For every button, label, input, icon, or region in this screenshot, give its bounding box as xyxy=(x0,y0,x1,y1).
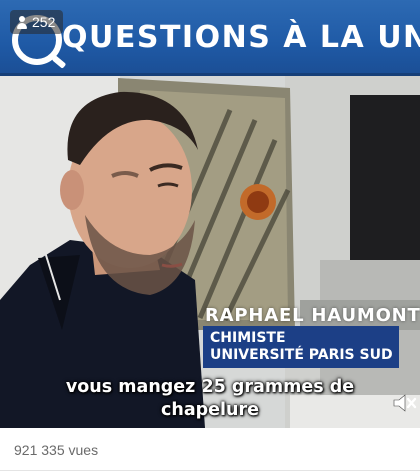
banner-title: QUESTIONS À LA UNE xyxy=(62,20,420,55)
subtitle-line-1: vous mangez 25 grammes de xyxy=(65,377,355,397)
viewer-count-badge: 252 xyxy=(10,10,64,34)
mute-button[interactable] xyxy=(392,392,418,414)
divider xyxy=(0,470,420,471)
speaker-muted-icon xyxy=(393,394,417,412)
speaker-role-line1: CHIMISTE xyxy=(210,330,286,346)
speaker-name: RAPHAEL HAUMONT xyxy=(205,305,420,326)
speaker-role-line2: UNIVERSITÉ PARIS SUD xyxy=(210,347,393,363)
program-banner: QUESTIONS À LA UNE xyxy=(0,0,420,76)
person-icon xyxy=(16,15,28,29)
viewer-count: 252 xyxy=(32,14,56,30)
subtitle-line-2: chapelure xyxy=(161,400,259,420)
speaker-role-box: CHIMISTE UNIVERSITÉ PARIS SUD xyxy=(203,326,399,368)
video-player[interactable]: QUESTIONS À LA UNE 252 RAPHAEL HAUMONT C… xyxy=(0,0,420,428)
view-count: 921 335 vues xyxy=(14,442,99,458)
